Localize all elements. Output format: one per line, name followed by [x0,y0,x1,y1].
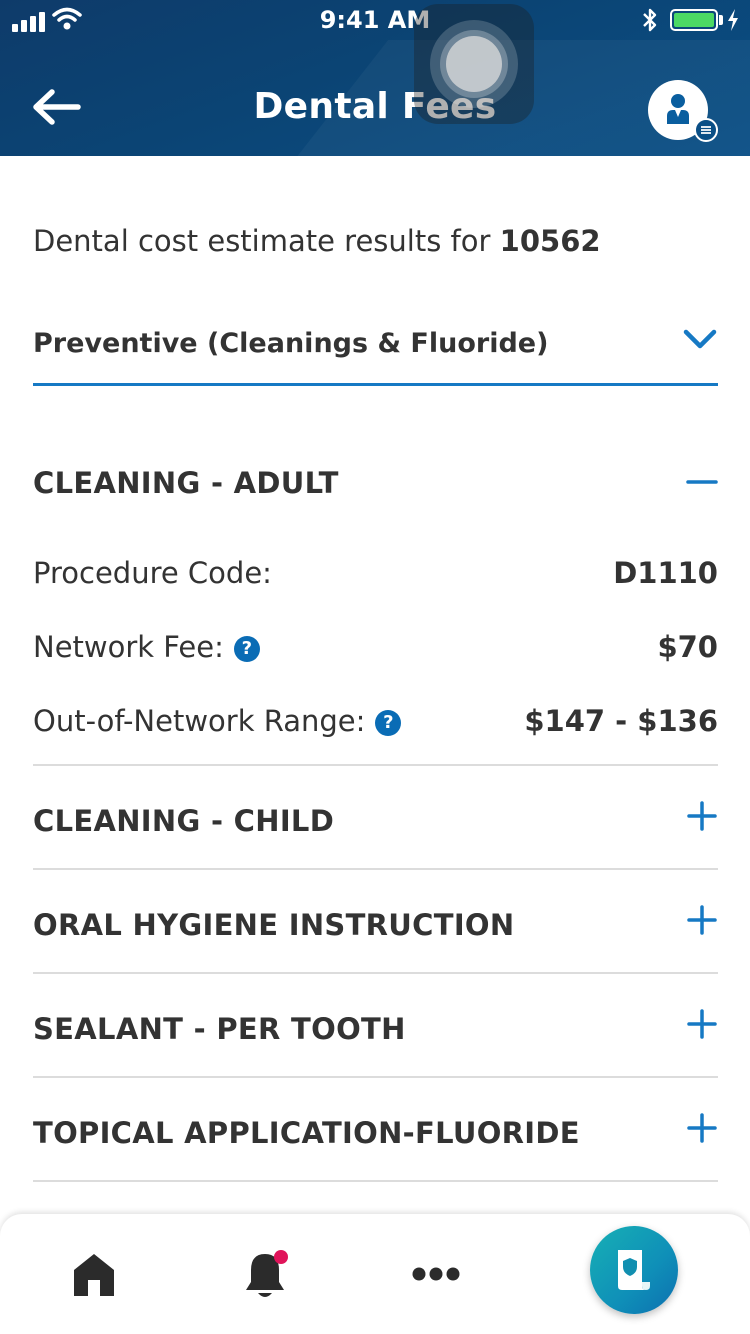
procedure-title: CLEANING - CHILD [33,804,335,838]
divider [33,972,718,974]
out-of-network-label: Out-of-Network Range: [33,704,366,738]
plus-icon[interactable] [686,1008,718,1040]
network-fee-value: $70 [657,630,718,664]
menu-badge-icon[interactable] [694,118,718,142]
procedure-title: ORAL HYGIENE INSTRUCTION [33,908,515,942]
charging-icon [728,9,738,31]
divider [33,764,718,766]
notification-dot [274,1250,288,1264]
more-icon [412,1267,460,1281]
results-label: Dental cost estimate results for [33,224,491,258]
tab-home[interactable] [44,1214,144,1334]
app-header: 9:41 AM Dental Fees [0,0,750,156]
category-label: Preventive (Cleanings & Fluoride) [33,328,549,359]
procedure-header-sealant[interactable]: SEALANT - PER TOOTH [33,978,718,1076]
id-card-icon [618,1250,650,1290]
divider [33,1180,718,1182]
procedure-header-fluoride[interactable]: TOPICAL APPLICATION-FLUORIDE [33,1082,718,1180]
procedure-header-cleaning-adult[interactable]: CLEANING - ADULT [33,466,718,506]
divider [33,868,718,870]
chevron-down-icon [683,329,717,349]
home-icon [74,1254,114,1296]
procedure-title: CLEANING - ADULT [33,466,339,500]
id-card-button[interactable] [590,1226,678,1314]
network-fee-label: Network Fee: [33,630,224,664]
procedure-title: TOPICAL APPLICATION-FLUORIDE [33,1116,580,1150]
tab-more[interactable] [386,1214,486,1334]
results-summary: Dental cost estimate results for 10562 [33,224,601,258]
procedure-code-row: Procedure Code: D1110 [33,556,718,596]
procedure-header-oral-hygiene[interactable]: ORAL HYGIENE INSTRUCTION [33,874,718,972]
category-dropdown[interactable]: Preventive (Cleanings & Fluoride) [33,310,718,386]
divider [33,1076,718,1078]
procedure-title: SEALANT - PER TOOTH [33,1012,406,1046]
network-fee-row: Network Fee:? $70 [33,630,718,670]
bluetooth-icon [643,8,657,32]
procedure-code-label: Procedure Code: [33,556,272,590]
minus-icon[interactable] [686,468,718,500]
plus-icon[interactable] [686,904,718,936]
procedure-header-cleaning-child[interactable]: CLEANING - CHILD [33,770,718,868]
procedure-code-value: D1110 [613,556,718,590]
battery-icon [670,9,718,31]
help-icon[interactable]: ? [375,710,402,736]
page-title: Dental Fees [253,86,497,127]
plus-icon[interactable] [686,800,718,832]
help-icon[interactable]: ? [233,636,260,662]
tab-notifications[interactable] [214,1214,314,1334]
zip-code: 10562 [499,224,601,258]
network-fee-label-wrap: Network Fee:? [33,630,260,664]
out-of-network-row: Out-of-Network Range:? $147 - $136 [33,704,718,744]
plus-icon[interactable] [686,1112,718,1144]
out-of-network-label-wrap: Out-of-Network Range:? [33,704,402,738]
assistive-touch-button[interactable] [414,4,534,124]
out-of-network-value: $147 - $136 [524,704,718,738]
status-time: 9:41 AM [319,6,431,34]
status-bar: 9:41 AM [0,0,750,40]
